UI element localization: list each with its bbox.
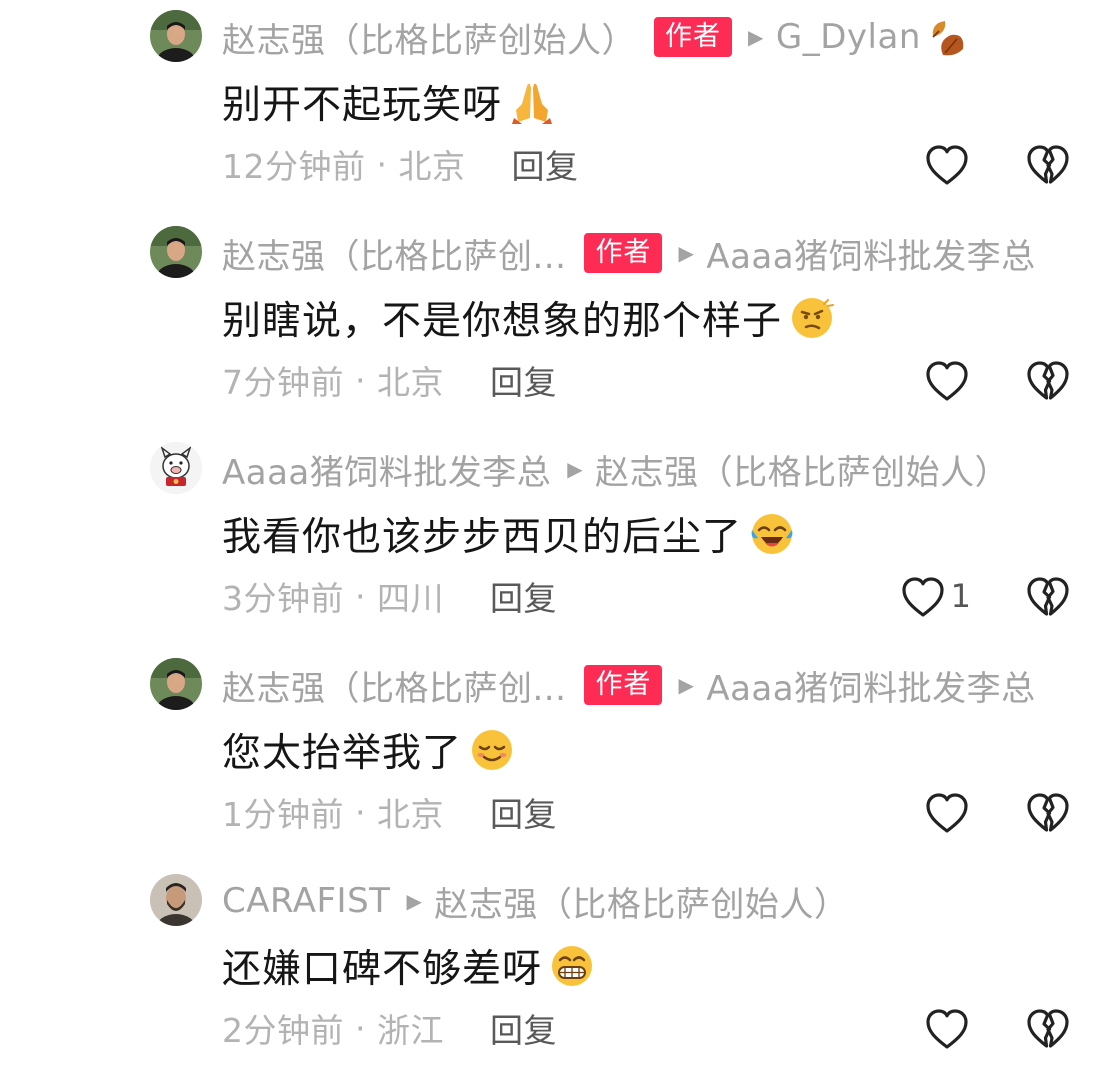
meta-separator: · [365, 144, 399, 184]
like-button[interactable]: 1 [899, 570, 971, 622]
reply-arrow-icon: ▶ [406, 889, 423, 913]
comment-body: 我看你也该步步西贝的后尘了 [222, 502, 796, 566]
user-avatar[interactable] [150, 10, 202, 62]
comment-text: 还嫌口碑不够差呀 [222, 947, 543, 992]
broken-heart-icon [1024, 573, 1072, 619]
broken-heart-icon [1024, 1005, 1072, 1051]
meta-separator: · [344, 360, 377, 400]
comment-location: 北京 [376, 363, 444, 402]
reply-button[interactable]: 回复 [490, 788, 557, 836]
heart-icon [923, 141, 971, 187]
comment-time: 2分钟前 [222, 1011, 344, 1050]
reply-button[interactable]: 回复 [490, 1004, 557, 1052]
comment-text: 我看你也该步步西贝的后尘了 [222, 515, 743, 560]
dislike-button[interactable] [1023, 354, 1073, 406]
comment-header: CARAFIST ▶ 赵志强（比格比萨创始人） [222, 876, 1081, 926]
comment-time: 1分钟前 [222, 795, 344, 834]
comment-meta: 3分钟前 · 四川 回复 [222, 568, 557, 624]
comment-location: 北京 [398, 147, 466, 186]
heart-icon [899, 573, 947, 619]
comment-item: Aaaa猪饲料批发李总 ▶ 赵志强（比格比萨创始人） 我看你也该步步西贝的后尘了 3分钟… [0, 432, 1109, 648]
reply-button[interactable]: 回复 [490, 356, 557, 404]
meta-separator: · [344, 1008, 377, 1048]
comment-meta: 12分钟前 · 北京 回复 [222, 136, 578, 192]
meta-separator: · [344, 576, 377, 616]
comment-text: 您太抬举我了 [222, 731, 463, 776]
maple-leaf-icon [925, 15, 969, 59]
user-avatar[interactable] [150, 874, 202, 926]
comment-text: 别瞎说，不是你想象的那个样子 [222, 299, 783, 344]
comment-item: CARAFIST ▶ 赵志强（比格比萨创始人） 还嫌口碑不够差呀 2分钟前 · 浙江 回复 [0, 864, 1109, 1080]
comment-meta: 7分钟前 · 北京 回复 [222, 352, 557, 408]
like-button[interactable] [923, 138, 971, 190]
user-avatar[interactable] [150, 658, 202, 710]
reply-button[interactable]: 回复 [490, 572, 557, 620]
comment-author[interactable]: Aaaa猪饲料批发李总 [222, 445, 551, 494]
dislike-button[interactable] [1023, 570, 1073, 622]
comment-author[interactable]: 赵志强（比格比萨创... [222, 229, 566, 278]
comment-header: 赵志强（比格比萨创... 作者 ▶ Aaaa猪饲料批发李总 [222, 228, 1081, 278]
comment-time: 3分钟前 [222, 579, 344, 618]
comment-meta: 2分钟前 · 浙江 回复 [222, 1000, 557, 1056]
heart-icon [923, 789, 971, 835]
reply-button[interactable]: 回复 [511, 140, 578, 188]
reply-arrow-icon: ▶ [678, 673, 695, 697]
comment-item: 赵志强（比格比萨创... 作者 ▶ Aaaa猪饲料批发李总别瞎说，不是你想象的那个样子… [0, 216, 1109, 432]
comment-list: 赵志强（比格比萨创始人） 作者 ▶ G_Dylan 别开不起玩笑呀 12分钟前 · 北京回… [0, 0, 1109, 1080]
praying-hands-emoji [508, 78, 556, 126]
comment-body: 别开不起玩笑呀 [222, 70, 556, 134]
smirking-thinking-emoji [788, 294, 836, 342]
comment-item: 赵志强（比格比萨创始人） 作者 ▶ G_Dylan 别开不起玩笑呀 12分钟前 · 北京 回… [0, 0, 1109, 216]
comment-header: 赵志强（比格比萨创... 作者 ▶ Aaaa猪饲料批发李总 [222, 660, 1081, 710]
reply-arrow-icon: ▶ [678, 241, 695, 265]
reply-to-user[interactable]: 赵志强（比格比萨创始人） [434, 877, 848, 926]
like-count: 1 [950, 577, 971, 615]
grinning-teeth-emoji [548, 942, 596, 990]
comment-author[interactable]: 赵志强（比格比萨创... [222, 661, 566, 710]
comment-location: 北京 [376, 795, 444, 834]
comment-location: 四川 [376, 579, 444, 618]
broken-heart-icon [1024, 141, 1072, 187]
comment-time: 7分钟前 [222, 363, 344, 402]
heart-icon [923, 357, 971, 403]
comment-time: 12分钟前 [222, 147, 366, 186]
dislike-button[interactable] [1023, 786, 1073, 838]
comment-body: 还嫌口碑不够差呀 [222, 934, 596, 998]
author-badge: 作者 [654, 17, 732, 57]
author-badge: 作者 [584, 665, 663, 705]
crying-laughing-emoji [748, 510, 796, 558]
smiling-closed-eyes-emoji [468, 726, 516, 774]
comment-header: Aaaa猪饲料批发李总 ▶ 赵志强（比格比萨创始人） [222, 444, 1081, 494]
like-button[interactable] [923, 786, 971, 838]
reply-to-user[interactable]: 赵志强（比格比萨创始人） [595, 445, 1009, 494]
author-badge: 作者 [584, 233, 663, 273]
broken-heart-icon [1024, 357, 1072, 403]
like-button[interactable] [923, 354, 971, 406]
meta-separator: · [344, 792, 377, 832]
reply-to-user[interactable]: Aaaa猪饲料批发李总 [706, 661, 1035, 710]
comment-body: 别瞎说，不是你想象的那个样子 [222, 286, 836, 350]
comment-header: 赵志强（比格比萨创始人） 作者 ▶ G_Dylan [222, 12, 1081, 62]
reply-arrow-icon: ▶ [748, 25, 764, 49]
comment-author[interactable]: CARAFIST [222, 881, 390, 921]
reply-to-user[interactable]: Aaaa猪饲料批发李总 [706, 229, 1035, 278]
broken-heart-icon [1024, 789, 1072, 835]
dislike-button[interactable] [1023, 1002, 1073, 1054]
comment-meta: 1分钟前 · 北京 回复 [222, 784, 557, 840]
user-avatar[interactable] [150, 442, 202, 494]
dislike-button[interactable] [1023, 138, 1073, 190]
comment-text: 别开不起玩笑呀 [222, 83, 503, 128]
comment-body: 您太抬举我了 [222, 718, 516, 782]
comment-item: 赵志强（比格比萨创... 作者 ▶ Aaaa猪饲料批发李总您太抬举我了 1分钟前 · 北… [0, 648, 1109, 864]
heart-icon [923, 1005, 971, 1051]
user-avatar[interactable] [150, 226, 202, 278]
reply-to-user[interactable]: G_Dylan [776, 17, 921, 57]
comment-location: 浙江 [376, 1011, 444, 1050]
comment-author[interactable]: 赵志强（比格比萨创始人） [222, 13, 636, 62]
like-button[interactable] [923, 1002, 971, 1054]
reply-arrow-icon: ▶ [567, 457, 584, 481]
